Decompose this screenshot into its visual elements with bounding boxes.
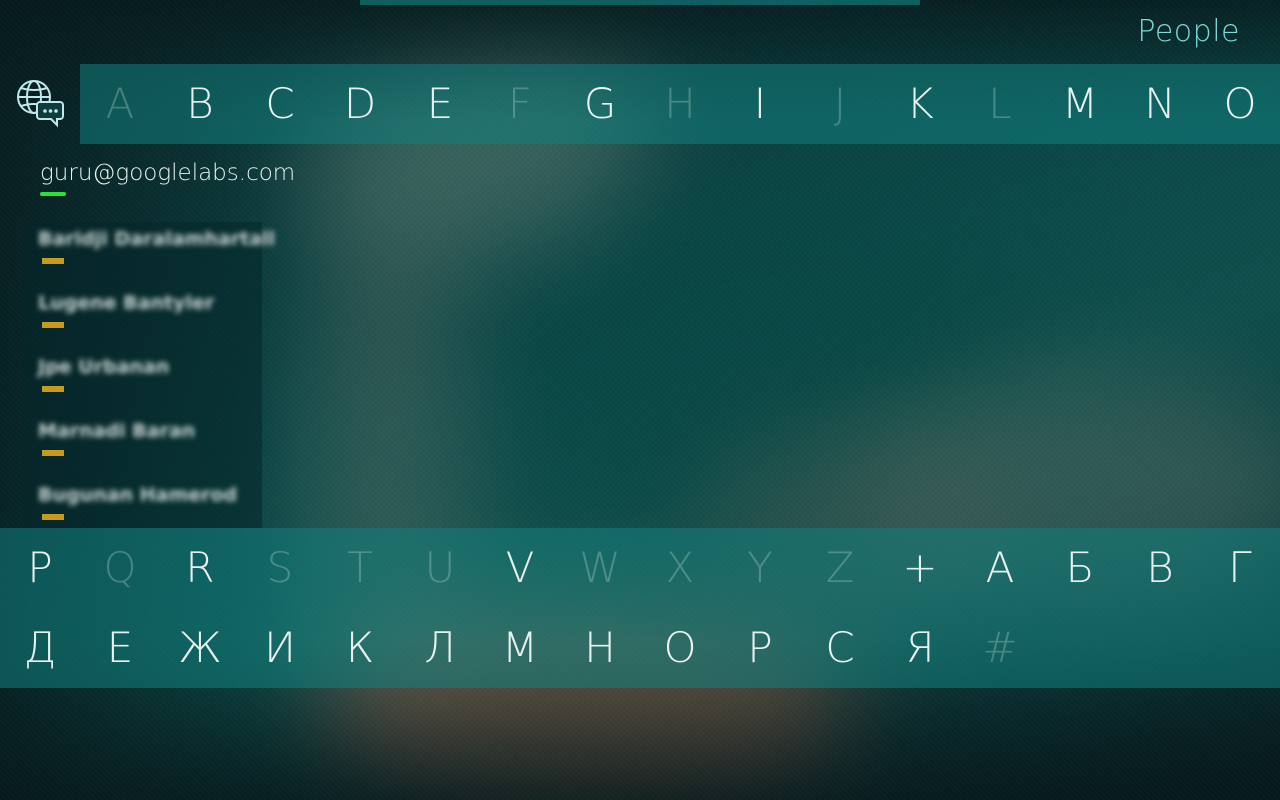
index-letter[interactable]: Л: [400, 608, 480, 688]
index-letter: T: [347, 543, 373, 592]
contact-item[interactable]: Bugunan Hamerod: [38, 484, 237, 520]
account-email: guru@googlelabs.com: [40, 160, 296, 186]
alphabet-index-row-3: Д Е Ж И К Л М Н О Р С Я #: [0, 608, 1280, 688]
index-letter[interactable]: +: [880, 528, 960, 608]
contact-name: Bugunan Hamerod: [38, 484, 238, 506]
index-letter: J: [833, 79, 847, 128]
index-letter[interactable]: D: [320, 64, 400, 144]
index-letter[interactable]: E: [400, 64, 480, 144]
index-letter[interactable]: С: [800, 608, 880, 688]
index-letter[interactable]: Р: [720, 608, 800, 688]
index-letter: Q: [103, 543, 137, 592]
index-letter[interactable]: O: [1200, 64, 1280, 144]
index-letter[interactable]: P: [0, 528, 80, 608]
index-letter: U: [424, 543, 456, 592]
contact-item[interactable]: Marnadi Baran: [38, 420, 195, 456]
index-letter[interactable]: C: [240, 64, 320, 144]
index-letter[interactable]: Б: [1040, 528, 1120, 608]
contact-name: Jpe Urbanan: [38, 356, 170, 378]
index-letter[interactable]: В: [1120, 528, 1200, 608]
index-letter: Z: [825, 543, 855, 592]
index-letter[interactable]: M: [1040, 64, 1120, 144]
index-letter: F: [507, 79, 533, 128]
index-letter[interactable]: Н: [560, 608, 640, 688]
index-letter: Y: [747, 543, 773, 592]
language-toggle-button[interactable]: [0, 64, 80, 144]
contact-status-indicator: [42, 258, 64, 264]
index-letter[interactable]: М: [480, 608, 560, 688]
index-letter: H: [664, 79, 696, 128]
index-letter[interactable]: О: [640, 608, 720, 688]
top-pulley-indicator: [360, 0, 920, 5]
contact-status-indicator: [42, 514, 64, 520]
index-letter[interactable]: G: [560, 64, 640, 144]
contact-item[interactable]: Baridji Daralamhartall: [38, 228, 275, 264]
index-letter[interactable]: Г: [1200, 528, 1280, 608]
index-letter[interactable]: B: [160, 64, 240, 144]
page-title: People: [1137, 14, 1240, 49]
index-letter[interactable]: И: [240, 608, 320, 688]
index-letter[interactable]: N: [1120, 64, 1200, 144]
index-letter[interactable]: Ж: [160, 608, 240, 688]
index-letter[interactable]: К: [320, 608, 400, 688]
index-letter[interactable]: R: [160, 528, 240, 608]
index-letter[interactable]: I: [720, 64, 800, 144]
index-letter: L: [988, 79, 1012, 128]
index-letter[interactable]: А: [960, 528, 1040, 608]
index-letter[interactable]: Е: [80, 608, 160, 688]
contact-status-indicator: [42, 450, 64, 456]
contact-status-indicator: [42, 386, 64, 392]
contact-name: Baridji Daralamhartall: [38, 228, 275, 250]
contact-name: Lugene Bantyler: [38, 292, 215, 314]
index-letter[interactable]: Я: [880, 608, 960, 688]
index-letter[interactable]: K: [880, 64, 960, 144]
index-letter[interactable]: V: [480, 528, 560, 608]
contact-name: Marnadi Baran: [38, 420, 196, 442]
contact-item[interactable]: Jpe Urbanan: [38, 356, 169, 392]
index-letter: S: [266, 543, 294, 592]
index-letter: W: [579, 543, 621, 592]
index-letter[interactable]: Д: [0, 608, 80, 688]
alphabet-index-row-1: ABCDEFGHIJKLMNO: [80, 64, 1280, 144]
alphabet-index-row-2: P Q R S T U V W X Y Z + А Б В Г: [0, 528, 1280, 608]
account-status-indicator: [40, 192, 66, 196]
account-entry[interactable]: guru@googlelabs.com: [40, 160, 295, 196]
index-letter: #: [982, 623, 1018, 672]
index-letter: A: [105, 79, 135, 128]
contact-item[interactable]: Lugene Bantyler: [38, 292, 214, 328]
contact-status-indicator: [42, 322, 64, 328]
globe-chat-icon: [17, 80, 64, 128]
index-letter: X: [665, 543, 695, 592]
